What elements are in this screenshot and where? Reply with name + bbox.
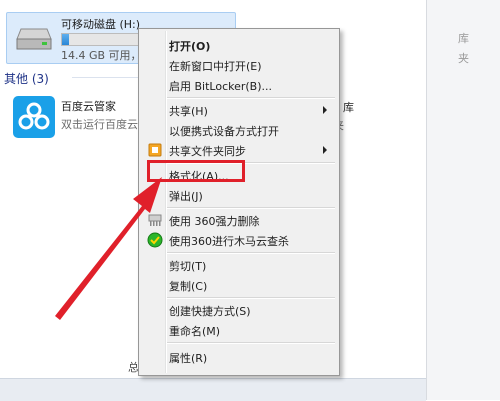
pointer-arrow-icon [55,177,162,320]
